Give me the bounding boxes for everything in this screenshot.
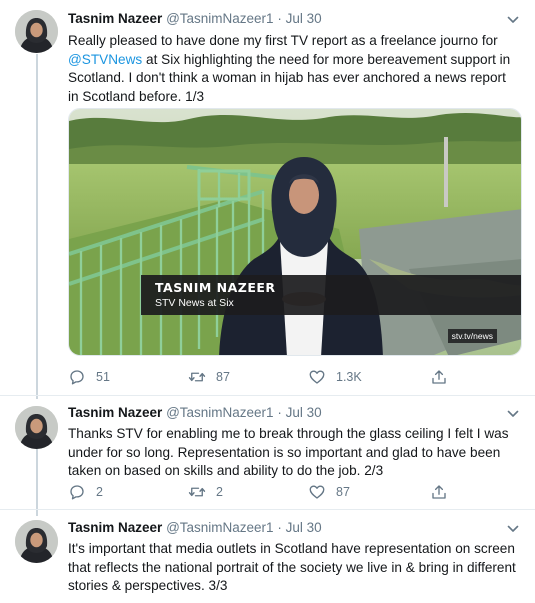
video-media[interactable]: TASNIM NAZEER STV News at Six stv.tv/new… [68, 108, 522, 356]
heart-icon [309, 370, 325, 384]
timestamp[interactable]: Jul 30 [286, 405, 322, 420]
share-button[interactable] [430, 482, 458, 502]
username[interactable]: @TasnimNazeer1 [166, 11, 274, 26]
retweet-button[interactable]: 2 [188, 482, 223, 502]
retweet-icon [188, 487, 206, 497]
like-button[interactable]: 87 [308, 482, 350, 502]
reply-count: 2 [96, 485, 103, 499]
tweet-text: Thanks STV for enabling me to break thro… [68, 426, 509, 478]
chevron-down-icon[interactable] [505, 12, 521, 28]
share-icon [432, 370, 446, 384]
display-name[interactable]: Tasnim Nazeer [68, 405, 162, 420]
display-name[interactable]: Tasnim Nazeer [68, 11, 162, 26]
channel-url: stv.tv/news [447, 329, 497, 343]
retweet-button[interactable]: 87 [188, 367, 230, 387]
tweet-1[interactable]: Tasnim Nazeer @TasnimNazeer1 · Jul 30 Re… [0, 0, 535, 395]
news-report-image [69, 109, 521, 355]
timestamp[interactable]: Jul 30 [286, 520, 322, 535]
separator-dot: · [277, 11, 282, 26]
display-name[interactable]: Tasnim Nazeer [68, 520, 162, 535]
chevron-down-icon[interactable] [505, 406, 521, 422]
mention-link[interactable]: @STVNews [68, 52, 142, 67]
tweet-text-part: Really pleased to have done my first TV … [68, 33, 498, 48]
tweet-actions: 51 87 1.3K [68, 367, 508, 387]
username[interactable]: @TasnimNazeer1 [166, 405, 274, 420]
like-count: 1.3K [336, 370, 362, 384]
lower-third-subtitle: STV News at Six [155, 297, 234, 309]
avatar[interactable] [15, 520, 58, 563]
tweet-text: It's important that media outlets in Sco… [68, 541, 516, 593]
lower-third-name: TASNIM NAZEER [155, 280, 276, 295]
username[interactable]: @TasnimNazeer1 [166, 520, 274, 535]
reply-icon [70, 485, 84, 500]
heart-icon [309, 485, 325, 499]
retweet-count: 87 [216, 370, 230, 384]
separator-dot: · [277, 405, 282, 420]
reply-count: 51 [96, 370, 110, 384]
reply-icon [70, 370, 84, 385]
retweet-icon [188, 372, 206, 382]
lower-third-banner: TASNIM NAZEER STV News at Six [141, 275, 521, 315]
avatar[interactable] [15, 406, 58, 449]
reply-button[interactable]: 2 [68, 482, 103, 502]
avatar-image [15, 406, 58, 449]
tweet-3[interactable]: Tasnim Nazeer @TasnimNazeer1 · Jul 30 It… [0, 510, 535, 603]
timestamp[interactable]: Jul 30 [286, 11, 322, 26]
separator-dot: · [277, 520, 282, 535]
chevron-down-icon[interactable] [505, 521, 521, 537]
tweet-header: Tasnim Nazeer @TasnimNazeer1 · Jul 30 [68, 520, 322, 540]
like-button[interactable]: 1.3K [308, 367, 362, 387]
tweet-header: Tasnim Nazeer @TasnimNazeer1 · Jul 30 [68, 11, 322, 31]
avatar[interactable] [15, 10, 58, 53]
reply-button[interactable]: 51 [68, 367, 110, 387]
share-button[interactable] [430, 367, 458, 387]
like-count: 87 [336, 485, 350, 499]
avatar-image [15, 10, 58, 53]
avatar-image [15, 520, 58, 563]
retweet-count: 2 [216, 485, 223, 499]
tweet-text: Really pleased to have done my first TV … [68, 32, 518, 106]
share-icon [432, 485, 446, 499]
tweet-2[interactable]: Tasnim Nazeer @TasnimNazeer1 · Jul 30 Th… [0, 396, 535, 509]
tweet-actions: 2 2 87 [68, 482, 508, 502]
tweet-header: Tasnim Nazeer @TasnimNazeer1 · Jul 30 [68, 405, 322, 425]
